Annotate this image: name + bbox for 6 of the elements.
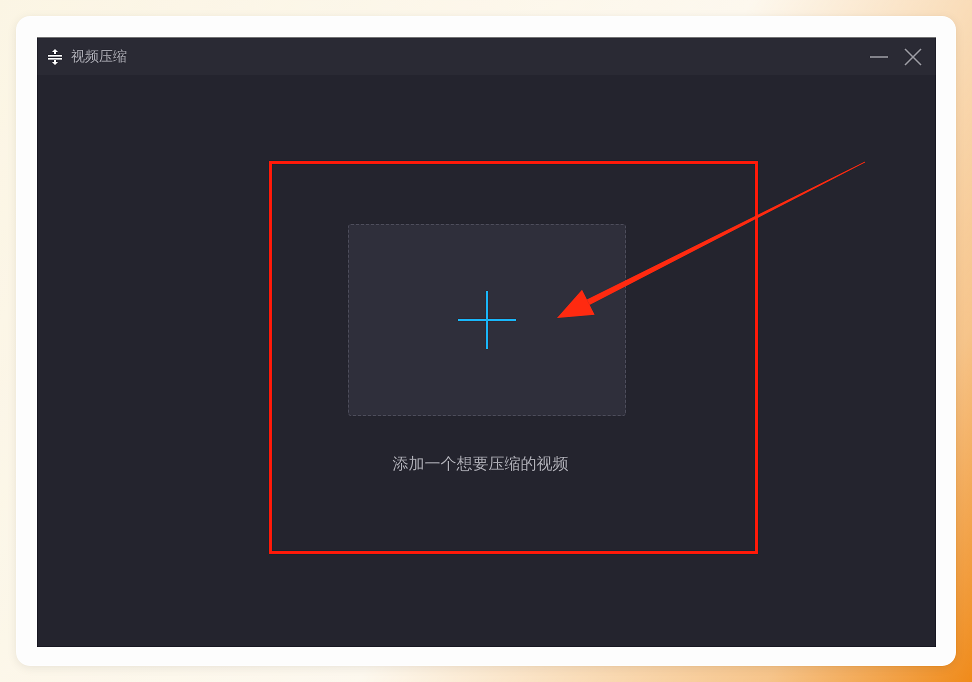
close-icon	[904, 48, 922, 66]
plus-icon	[458, 291, 516, 349]
drop-hint: 添加一个想要压缩的视频	[392, 454, 568, 475]
compress-icon	[47, 48, 63, 66]
window-title: 视频压缩	[71, 48, 128, 66]
minimize-icon	[870, 56, 888, 58]
